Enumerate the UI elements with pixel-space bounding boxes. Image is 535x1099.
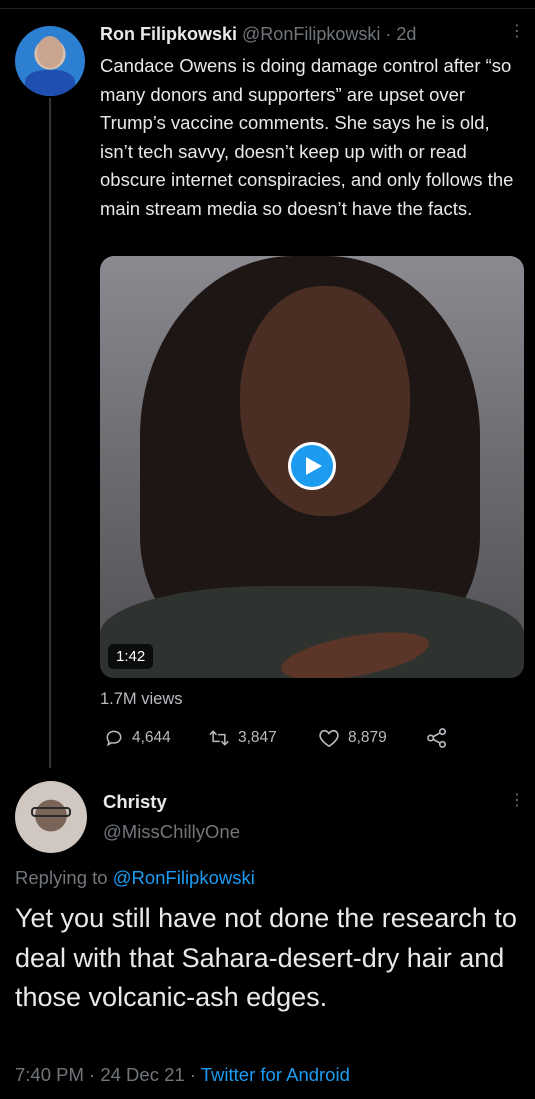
tweet-timestamp[interactable]: 7:40 PM · 24 Dec 21 ·: [15, 1064, 201, 1085]
more-options-icon[interactable]: ⋮: [509, 24, 525, 40]
tweet-meta: 7:40 PM · 24 Dec 21 · Twitter for Androi…: [15, 1064, 350, 1086]
replying-mention-link[interactable]: @RonFilipkowski: [113, 867, 255, 888]
like-button[interactable]: 8,879: [318, 728, 387, 748]
reply-tweet-text: Yet you still have not done the research…: [15, 903, 517, 1012]
video-duration-badge: 1:42: [108, 644, 154, 669]
retweet-button[interactable]: 3,847: [208, 728, 277, 748]
retweet-count: 3,847: [238, 729, 277, 746]
parent-author-handle-time[interactable]: @RonFilipkowski · 2d: [242, 24, 416, 44]
parent-tweet-text: Candace Owens is doing damage control af…: [100, 55, 514, 219]
video-player[interactable]: 1:42: [100, 256, 524, 678]
parent-tweet-header: Ron Filipkowski @RonFilipkowski · 2d: [100, 24, 416, 45]
thread-line: [49, 98, 51, 768]
tweet-source-link[interactable]: Twitter for Android: [201, 1064, 350, 1085]
share-button[interactable]: [426, 728, 448, 748]
more-options-icon[interactable]: ⋮: [509, 793, 525, 809]
view-count: 1.7M views: [100, 690, 183, 708]
parent-author-name[interactable]: Ron Filipkowski: [100, 24, 237, 44]
reply-icon: [106, 730, 122, 747]
tweet-actions: 4,644 3,847 8,879: [100, 728, 460, 752]
replying-to-line: Replying to @RonFilipkowski: [15, 867, 255, 889]
avatar-glasses: [31, 807, 71, 817]
avatar-ron-filipkowski[interactable]: [15, 26, 85, 96]
share-icon: [427, 728, 446, 748]
top-divider: [0, 8, 535, 9]
reply-author-name[interactable]: Christy: [103, 791, 167, 813]
avatar-shirt: [25, 70, 75, 96]
reply-count: 4,644: [132, 729, 171, 746]
avatar-face: [37, 36, 63, 68]
reply-button[interactable]: 4,644: [104, 728, 171, 748]
replying-prefix: Replying to: [15, 867, 113, 888]
heart-icon: [319, 729, 339, 748]
play-icon[interactable]: [288, 442, 336, 490]
avatar-christy[interactable]: [15, 781, 87, 853]
retweet-icon: [209, 730, 229, 746]
like-count: 8,879: [348, 729, 387, 746]
reply-author-handle[interactable]: @MissChillyOne: [103, 821, 240, 843]
